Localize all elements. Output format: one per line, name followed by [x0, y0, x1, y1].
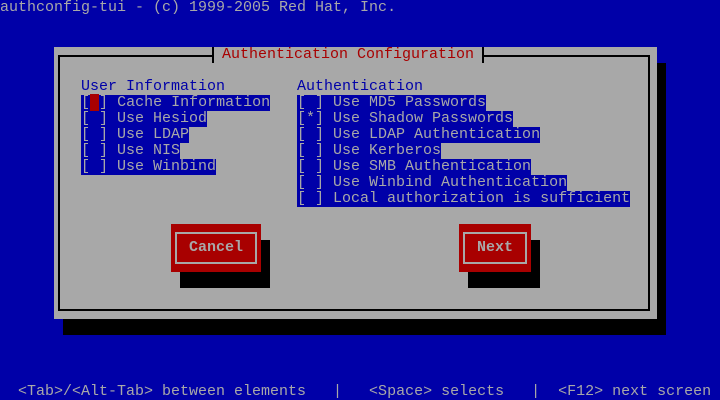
checkbox-mark: [ ] — [81, 110, 109, 127]
checkbox-label: Cache Information — [117, 94, 271, 111]
checkbox-mark: [ ] — [297, 190, 325, 207]
cancel-button[interactable]: Cancel — [171, 224, 261, 272]
checkbox-label: Use SMB Authentication — [333, 158, 532, 175]
checkbox-mark: [ ] — [81, 158, 109, 175]
cursor — [90, 94, 100, 111]
checkbox-label: Use Shadow Passwords — [333, 110, 514, 127]
checkbox-use-nis[interactable]: [ ] Use NIS — [81, 142, 181, 159]
user-info-heading: User Information — [81, 78, 226, 95]
auth-config-dialog: Authentication Configuration User Inform… — [54, 47, 657, 319]
checkbox-label: Use Winbind — [117, 158, 217, 175]
checkbox-mark: [ ] — [297, 142, 325, 159]
cancel-label: Cancel — [175, 232, 257, 264]
checkbox-use-ldap-authentication[interactable]: [ ] Use LDAP Authentication — [297, 126, 541, 143]
checkbox-mark: [ ] — [297, 174, 325, 191]
checkbox-mark: [ ] — [297, 126, 325, 143]
checkbox-label: Use MD5 Passwords — [333, 94, 487, 111]
checkbox-mark: [ ] — [297, 158, 325, 175]
checkbox-mark: [ ] — [297, 94, 325, 111]
checkbox-mark: [ ] — [81, 94, 109, 111]
checkbox-label: Use NIS — [117, 142, 181, 159]
checkbox-label: Use Winbind Authentication — [333, 174, 568, 191]
checkbox-local-authorization-is-sufficient[interactable]: [ ] Local authorization is sufficient — [297, 190, 631, 207]
checkbox-label: Local authorization is sufficient — [333, 190, 631, 207]
status-bar: <Tab>/<Alt-Tab> between elements | <Spac… — [0, 383, 712, 400]
checkbox-cache-information[interactable]: [ ] Cache Information — [81, 94, 271, 111]
checkbox-mark: [ ] — [81, 142, 109, 159]
checkbox-mark: [*] — [297, 110, 325, 127]
checkbox-mark: [ ] — [81, 126, 109, 143]
checkbox-label: Use Kerberos — [333, 142, 442, 159]
checkbox-label: Use LDAP — [117, 126, 190, 143]
next-label: Next — [463, 232, 527, 264]
checkbox-use-hesiod[interactable]: [ ] Use Hesiod — [81, 110, 208, 127]
checkbox-use-ldap[interactable]: [ ] Use LDAP — [81, 126, 190, 143]
authentication-heading: Authentication — [297, 78, 424, 95]
checkbox-use-md5-passwords[interactable]: [ ] Use MD5 Passwords — [297, 94, 487, 111]
dialog-title: Authentication Configuration — [212, 47, 485, 63]
checkbox-use-smb-authentication[interactable]: [ ] Use SMB Authentication — [297, 158, 532, 175]
app-title: authconfig-tui - (c) 1999-2005 Red Hat, … — [0, 0, 397, 16]
checkbox-label: Use Hesiod — [117, 110, 208, 127]
next-button[interactable]: Next — [459, 224, 531, 272]
checkbox-use-winbind-authentication[interactable]: [ ] Use Winbind Authentication — [297, 174, 568, 191]
checkbox-use-winbind[interactable]: [ ] Use Winbind — [81, 158, 217, 175]
checkbox-use-shadow-passwords[interactable]: [*] Use Shadow Passwords — [297, 110, 514, 127]
checkbox-label: Use LDAP Authentication — [333, 126, 541, 143]
checkbox-use-kerberos[interactable]: [ ] Use Kerberos — [297, 142, 442, 159]
